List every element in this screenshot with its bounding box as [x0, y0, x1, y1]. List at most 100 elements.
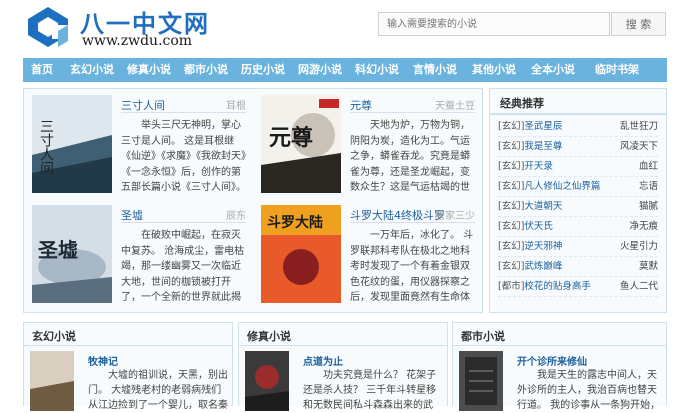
- rec-book-link[interactable]: 圣武星辰: [524, 121, 562, 132]
- category-book-title[interactable]: 牧神记: [88, 353, 118, 368]
- svg-text:圣墟: 圣墟: [38, 238, 78, 262]
- cover-image: 圣墟: [32, 205, 112, 303]
- list-item[interactable]: [玄幻]大道朝天 猫腻: [498, 197, 658, 217]
- book-description: 我是天生的露志中间人，天外诊所的主人，我治百病也替天行道。 我的诊事从一条狗开始…: [517, 370, 661, 411]
- rec-author[interactable]: 猫腻: [639, 197, 658, 216]
- book-description: 天地为炉，万物为铜，阴阳为炭，造化为工。气运之争，蟒雀吞龙。究竟是蟒雀为尊，还是…: [350, 120, 470, 193]
- book-description: 一万年后，冰化了。 斗罗联邦科考队在极北之地科考时发现了一个有着金银双色花纹的蛋…: [350, 230, 474, 303]
- list-item[interactable]: [玄幻]伏天氏 净无痕: [498, 217, 658, 237]
- book-description: 在破败中崛起，在寂灭中复苏。 沧海成尘，雷电枯竭，那一缕幽雾又一次临近大地，世间…: [121, 230, 245, 303]
- book-cover[interactable]: 斗罗大陆: [261, 205, 341, 303]
- book-cover[interactable]: 圣墟: [32, 205, 112, 303]
- category-title[interactable]: 都市小说: [461, 328, 505, 344]
- nav-xiuzhen[interactable]: 修真小说: [118, 58, 177, 82]
- nav-lishi[interactable]: 历史小说: [236, 58, 295, 82]
- book-author[interactable]: 唐家三少: [435, 207, 475, 222]
- book-author[interactable]: 辰东: [226, 207, 246, 222]
- list-item[interactable]: [玄幻]凡人修仙之仙界篇 忘语: [498, 177, 658, 197]
- book-description: 大墟的祖训说，天黑，别出门。 大墟残老村的老弱病残们从江边捡到了一个婴儿，取名秦…: [88, 370, 228, 411]
- book-title[interactable]: 三寸人间: [121, 97, 165, 113]
- rec-book-link[interactable]: 我是至尊: [524, 141, 562, 152]
- rec-category: [玄幻]: [498, 161, 525, 172]
- cover-image: [459, 351, 503, 411]
- cover-image: 元尊: [261, 95, 341, 193]
- featured-book[interactable]: 元尊 元尊 天蚕土豆 天地为炉，万物为铜，阴阳为炭，造化为工。气运之争，蟒雀吞龙…: [253, 89, 479, 197]
- recommend-list: [玄幻]圣武星辰 乱世狂刀 [玄幻]我是至尊 风凌天下 [玄幻]开天录 血红 [玄幻]…: [498, 117, 658, 297]
- rec-author[interactable]: 火星引力: [620, 237, 658, 256]
- divider: [453, 345, 666, 346]
- rec-book-link[interactable]: 开天录: [524, 161, 553, 172]
- main-nav: 首页 玄幻小说 修真小说 都市小说 历史小说 网游小说 科幻小说 言情小说 其他…: [23, 58, 667, 82]
- book-description: 举头三尺无神明，掌心三寸是人间。 这是耳根继《仙逆》《求魔》《我欲封天》《一念永…: [121, 120, 246, 193]
- rec-book-link[interactable]: 武炼巅峰: [524, 261, 562, 272]
- nav-qita[interactable]: 其他小说: [472, 58, 531, 82]
- rec-author[interactable]: 乱世狂刀: [620, 117, 658, 136]
- rec-category: [玄幻]: [498, 261, 525, 272]
- book-description: 功夫究竟是什么？ 花架子还是杀人技？ 三千年斗转星移和无数民间私斗森森出来的武术…: [303, 370, 437, 411]
- book-title[interactable]: 圣墟: [121, 207, 143, 223]
- featured-book[interactable]: 圣墟 圣墟 辰东 在破败中崛起，在寂灭中复苏。 沧海成尘，雷电枯竭，那一缕幽雾又…: [24, 199, 250, 307]
- list-item[interactable]: [玄幻]圣武星辰 乱世狂刀: [498, 117, 658, 137]
- book-title[interactable]: 斗罗大陆4终极斗罗: [350, 207, 445, 223]
- search-input[interactable]: [378, 12, 610, 36]
- book-author[interactable]: 耳根: [226, 97, 246, 112]
- book-title[interactable]: 元尊: [350, 97, 372, 113]
- rec-category: [玄幻]: [498, 221, 525, 232]
- nav-yanqing[interactable]: 言情小说: [413, 58, 472, 82]
- nav-xuanhuan[interactable]: 玄幻小说: [59, 58, 118, 82]
- category-panel-xuanhuan: 玄幻小说 牧神记 大墟的祖训说，天黑，别出门。 大墟残老村的老弱病残们从江边捡到…: [23, 322, 233, 411]
- divider: [24, 345, 232, 346]
- recommend-title: 经典推荐: [500, 97, 544, 110]
- nav-dushi[interactable]: 都市小说: [177, 58, 236, 82]
- cover-image: 三寸人间: [32, 95, 112, 193]
- search-button[interactable]: 搜 索: [611, 12, 666, 36]
- nav-wangyou[interactable]: 网游小说: [295, 58, 354, 82]
- featured-panel: 三寸人间 三寸人间 耳根 举头三尺无神明，掌心三寸是人间。 这是耳根继《仙逆》《…: [23, 88, 483, 313]
- rec-category: [玄幻]: [498, 141, 525, 152]
- list-item[interactable]: [都市]校花的贴身高手 鱼人二代: [498, 277, 658, 297]
- book-cover[interactable]: [245, 351, 289, 411]
- category-title[interactable]: 修真小说: [247, 328, 291, 344]
- nav-home[interactable]: 首页: [23, 58, 59, 82]
- book-cover[interactable]: [459, 351, 503, 411]
- list-item[interactable]: [玄幻]我是至尊 风凌天下: [498, 137, 658, 157]
- category-book-title[interactable]: 点道为止: [303, 353, 343, 368]
- rec-category: [玄幻]: [498, 181, 525, 192]
- divider: [350, 112, 475, 113]
- rec-author[interactable]: 莫默: [639, 257, 658, 276]
- rec-author[interactable]: 血红: [639, 157, 658, 176]
- rec-book-link[interactable]: 校花的贴身高手: [524, 281, 591, 292]
- list-item[interactable]: [玄幻]武炼巅峰 莫默: [498, 257, 658, 277]
- nav-bookshelf[interactable]: 临时书架: [591, 58, 651, 82]
- book-author[interactable]: 天蚕土豆: [435, 97, 475, 112]
- rec-author[interactable]: 净无痕: [629, 217, 658, 236]
- nav-kehuan[interactable]: 科幻小说: [354, 58, 413, 82]
- category-book-title[interactable]: 开个诊所来修仙: [517, 353, 587, 368]
- featured-book[interactable]: 三寸人间 三寸人间 耳根 举头三尺无神明，掌心三寸是人间。 这是耳根继《仙逆》《…: [24, 89, 250, 197]
- cover-image: [245, 351, 289, 411]
- list-item[interactable]: [玄幻]逆天邪神 火星引力: [498, 237, 658, 257]
- divider: [121, 112, 246, 113]
- logo-url[interactable]: www.zwdu.com: [82, 33, 192, 49]
- rec-book-link[interactable]: 伏天氏: [524, 221, 553, 232]
- book-cover[interactable]: [30, 351, 74, 411]
- rec-author[interactable]: 风凌天下: [620, 137, 658, 156]
- divider: [121, 222, 246, 223]
- nav-quanben[interactable]: 全本小说: [531, 58, 591, 82]
- list-item[interactable]: [玄幻]开天录 血红: [498, 157, 658, 177]
- category-title[interactable]: 玄幻小说: [32, 328, 76, 344]
- rec-category: [玄幻]: [498, 201, 525, 212]
- category-panel-xiuzhen: 修真小说 点道为止 功夫究竟是什么？ 花架子还是杀人技？ 三千年斗转星移和无数民…: [238, 322, 448, 411]
- rec-book-link[interactable]: 逆天邪神: [524, 241, 562, 252]
- rec-author[interactable]: 忘语: [639, 177, 658, 196]
- book-cover[interactable]: 三寸人间: [32, 95, 112, 193]
- divider: [350, 222, 475, 223]
- recommend-panel: 经典推荐 [玄幻]圣武星辰 乱世狂刀 [玄幻]我是至尊 风凌天下 [玄幻]开天录 血红…: [489, 88, 667, 313]
- rec-author[interactable]: 鱼人二代: [620, 277, 658, 296]
- rec-book-link[interactable]: 凡人修仙之仙界篇: [524, 181, 600, 192]
- book-cover[interactable]: 元尊: [261, 95, 341, 193]
- featured-book[interactable]: 斗罗大陆 斗罗大陆4终极斗罗 唐家三少 一万年后，冰化了。 斗罗联邦科考队在极北…: [253, 199, 479, 307]
- rec-book-link[interactable]: 大道朝天: [524, 201, 562, 212]
- rec-category: [都市]: [498, 281, 525, 292]
- logo-icon[interactable]: [22, 3, 74, 51]
